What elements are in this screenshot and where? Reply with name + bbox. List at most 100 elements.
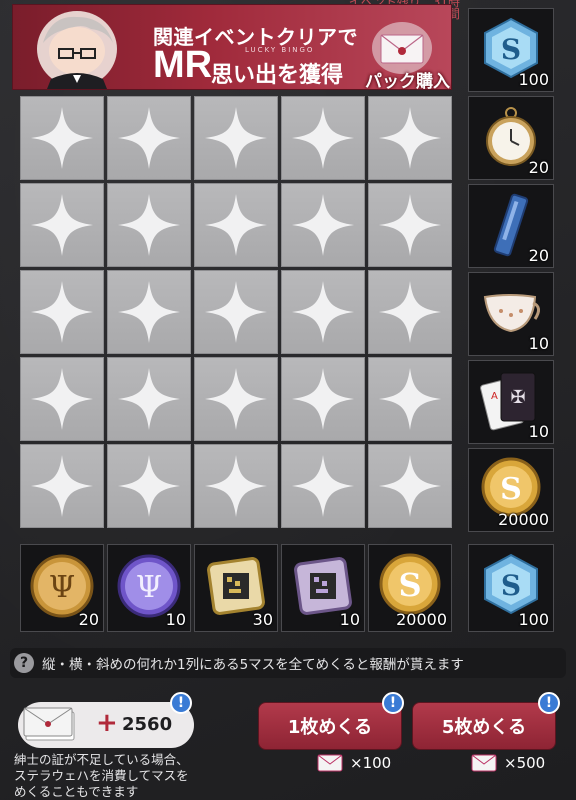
notification-badge: ! — [170, 692, 192, 714]
bingo-cell[interactable] — [194, 183, 278, 267]
reward-quantity: 100 — [518, 610, 549, 629]
bingo-cell[interactable] — [368, 444, 452, 528]
sparkle-star-icon — [292, 107, 354, 169]
sparkle-star-icon — [292, 368, 354, 430]
svg-text:A: A — [491, 391, 498, 402]
reward-quantity: 30 — [252, 610, 273, 629]
reward-quantity: 20 — [78, 610, 99, 629]
bingo-cell[interactable] — [368, 357, 452, 441]
reward-slot[interactable]: S 20000 — [468, 448, 554, 532]
bingo-cell[interactable] — [281, 183, 365, 267]
svg-text:S: S — [398, 566, 421, 604]
bingo-cell[interactable] — [281, 96, 365, 180]
sparkle-star-icon — [31, 455, 93, 517]
reward-quantity: 20 — [528, 246, 549, 265]
reward-quantity: 100 — [518, 70, 549, 89]
cost-value: ×100 — [350, 754, 392, 772]
question-icon[interactable]: ? — [14, 653, 34, 673]
notification-badge: ! — [382, 692, 404, 714]
ticket-counter[interactable]: + 2560 — [18, 702, 194, 748]
sparkle-star-icon — [292, 281, 354, 343]
bingo-cell[interactable] — [107, 270, 191, 354]
bingo-cell[interactable] — [107, 183, 191, 267]
flip-5-button[interactable]: 5枚めくる — [412, 702, 556, 750]
sparkle-star-icon — [379, 368, 441, 430]
sparkle-star-icon — [205, 368, 267, 430]
svg-text:Ψ: Ψ — [49, 570, 75, 605]
reward-slot[interactable]: ✠ A 10 — [468, 360, 554, 444]
reward-quantity: 20000 — [498, 510, 549, 529]
reward-quantity: 20000 — [396, 610, 447, 629]
bingo-cell[interactable] — [368, 96, 452, 180]
bingo-cell[interactable] — [281, 357, 365, 441]
reward-slot[interactable]: 10 — [468, 272, 554, 356]
bottom-reward-row: Ψ 20 Ψ 10 30 10 S 20000 — [20, 544, 454, 632]
reward-slot[interactable]: 10 — [281, 544, 365, 632]
ticket-count: 2560 — [122, 714, 173, 735]
envelope-ticket-icon — [317, 754, 343, 772]
bingo-cell[interactable] — [20, 270, 104, 354]
bingo-cell[interactable] — [368, 183, 452, 267]
reward-slot[interactable]: Ψ 20 — [20, 544, 104, 632]
sparkle-star-icon — [292, 194, 354, 256]
reward-quantity: 10 — [528, 422, 549, 441]
bingo-cell[interactable] — [107, 357, 191, 441]
flip-5-cost: ×500 — [470, 752, 545, 774]
reward-quantity: 10 — [165, 610, 186, 629]
sparkle-star-icon — [379, 107, 441, 169]
sparkle-star-icon — [118, 368, 180, 430]
bingo-grid — [20, 96, 454, 536]
add-plus-icon[interactable]: + — [96, 710, 118, 736]
shortage-note: 紳士の証が不足している場合、 ステラウェハを消費してマスを めくることもできます — [14, 752, 214, 800]
bingo-cell[interactable] — [194, 270, 278, 354]
flip-1-button[interactable]: 1枚めくる — [258, 702, 402, 750]
svg-text:Ψ: Ψ — [136, 570, 162, 605]
svg-text:S: S — [501, 569, 521, 602]
sparkle-star-icon — [118, 107, 180, 169]
bingo-cell[interactable] — [20, 357, 104, 441]
reward-slot[interactable]: 20 — [468, 96, 554, 180]
sparkle-star-icon — [205, 281, 267, 343]
sparkle-star-icon — [205, 194, 267, 256]
bingo-cell[interactable] — [107, 444, 191, 528]
svg-text:S: S — [500, 472, 522, 507]
reward-slot[interactable]: S 100 — [468, 8, 554, 92]
sparkle-star-icon — [118, 194, 180, 256]
bingo-cell[interactable] — [194, 444, 278, 528]
note-line: ステラウェハを消費してマスを — [14, 768, 189, 783]
note-line: めくることもできます — [14, 784, 139, 799]
bingo-cell[interactable] — [368, 270, 452, 354]
sparkle-star-icon — [292, 455, 354, 517]
reward-slot[interactable]: S 100 — [468, 544, 554, 632]
mr-label: MR — [153, 44, 213, 86]
bingo-cell[interactable] — [194, 357, 278, 441]
sparkle-star-icon — [379, 281, 441, 343]
event-banner[interactable]: 関連イベントクリアで MR LUCKY BINGO 思い出を獲得 パック購入 — [12, 4, 452, 90]
bingo-cell[interactable] — [20, 444, 104, 528]
bingo-cell[interactable] — [20, 183, 104, 267]
pack-purchase-label: パック購入 — [365, 72, 450, 90]
reward-quantity: 10 — [339, 610, 360, 629]
sparkle-star-icon — [379, 194, 441, 256]
reward-slot[interactable]: S 20000 — [368, 544, 452, 632]
reward-slot[interactable]: 20 — [468, 184, 554, 268]
sparkle-star-icon — [31, 281, 93, 343]
flip-1-cost: ×100 — [316, 752, 391, 774]
reward-slot[interactable]: 30 — [194, 544, 278, 632]
bingo-cell[interactable] — [281, 444, 365, 528]
bingo-cell[interactable] — [107, 96, 191, 180]
hint-text: 縦・横・斜めの何れか1列にある5マスを全てめくると報酬が貰えます — [42, 657, 464, 673]
reward-quantity: 20 — [528, 158, 549, 177]
reward-slot[interactable]: Ψ 10 — [107, 544, 191, 632]
envelope-ticket-icon — [471, 754, 497, 772]
envelope-ticket-icon — [23, 707, 75, 741]
note-line: 紳士の証が不足している場合、 — [14, 752, 189, 767]
bingo-cell[interactable] — [20, 96, 104, 180]
chibi-character-portrait — [37, 11, 117, 89]
sparkle-star-icon — [31, 368, 93, 430]
sparkle-star-icon — [118, 455, 180, 517]
sparkle-star-icon — [31, 107, 93, 169]
bingo-cell[interactable] — [281, 270, 365, 354]
bingo-cell[interactable] — [194, 96, 278, 180]
svg-text:✠: ✠ — [510, 387, 525, 408]
